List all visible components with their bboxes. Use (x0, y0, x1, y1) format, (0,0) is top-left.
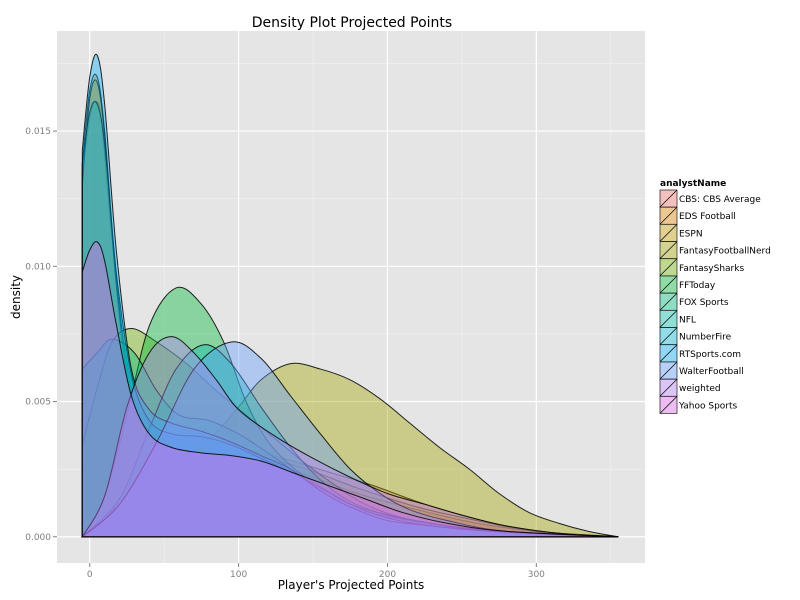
legend-label: Yahoo Sports (678, 401, 738, 411)
legend-label: NumberFire (679, 333, 732, 343)
density-chart: Density Plot Projected Points 0 100 200 300… (0, 0, 800, 600)
y-tick-label: 0.010 (25, 262, 51, 272)
legend-label: FOX Sports (679, 298, 729, 308)
legend-label: EDS Football (679, 212, 736, 222)
y-axis-title: density (9, 275, 23, 319)
x-axis-title: Player's Projected Points (278, 578, 425, 592)
x-tick-label: 300 (528, 570, 545, 580)
legend-label: NFL (679, 315, 696, 325)
legend-label: FantasySharks (679, 264, 744, 274)
y-tick-label: 0.015 (25, 127, 51, 137)
x-tick-label: 100 (230, 570, 247, 580)
legend-label: CBS: CBS Average (679, 195, 761, 205)
legend-label: FFToday (679, 281, 716, 291)
legend-label: ESPN (679, 229, 703, 239)
x-tick-label: 0 (87, 570, 93, 580)
legend-label: weighted (679, 384, 721, 394)
legend-label: WalterFootball (679, 367, 744, 377)
y-tick-label: 0.005 (25, 398, 51, 408)
legend-label: RTSports.com (679, 350, 741, 360)
legend-title: analystName (660, 179, 726, 189)
chart-title: Density Plot Projected Points (252, 15, 452, 31)
y-tick-label: 0.000 (25, 533, 51, 543)
legend-label: FantasyFootballNerd (679, 247, 771, 257)
